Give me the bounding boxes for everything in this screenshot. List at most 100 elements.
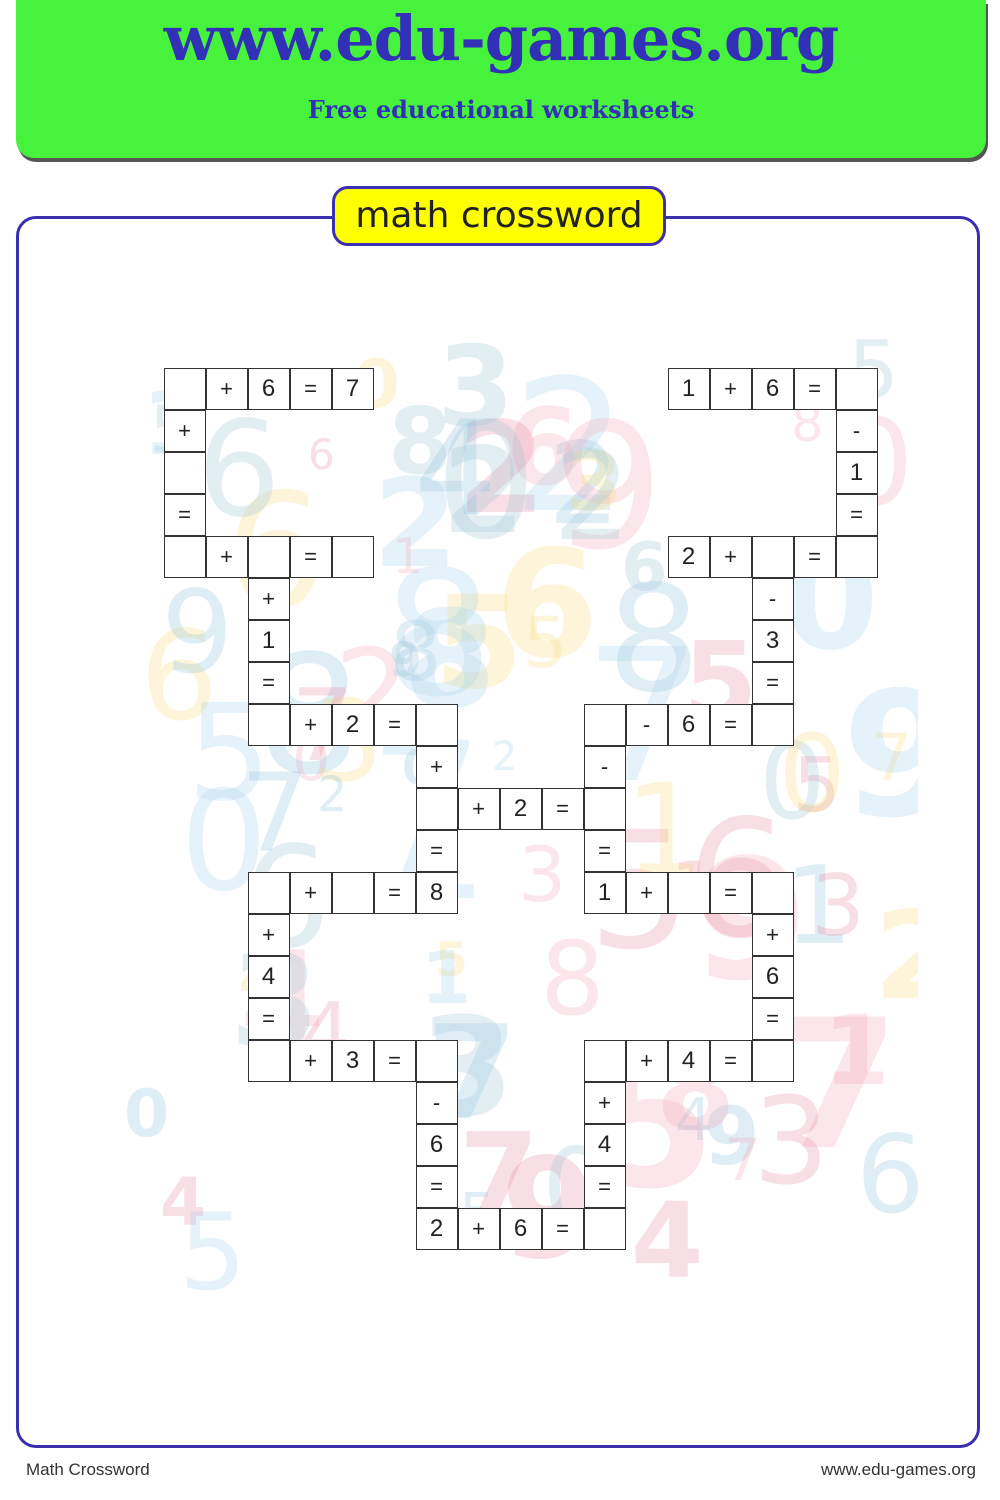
operator-cell: + (247, 913, 290, 956)
operator-cell: = (289, 535, 332, 578)
operator-cell: + (709, 367, 752, 410)
background-digit: 4 (631, 1180, 704, 1295)
operator-cell: = (751, 661, 794, 704)
number-cell: 8 (415, 871, 458, 914)
number-cell: 1 (667, 367, 710, 410)
operator-cell: + (457, 1207, 500, 1250)
background-digit: 0 (124, 1077, 170, 1152)
answer-cell[interactable] (331, 871, 374, 914)
operator-cell: + (709, 535, 752, 578)
background-digit: 9 (842, 654, 918, 856)
operator-cell: = (751, 997, 794, 1040)
operator-cell: + (457, 787, 500, 830)
operator-cell: = (709, 703, 752, 746)
background-digit: 3 (811, 857, 866, 956)
number-cell: 4 (247, 955, 290, 998)
number-cell: 6 (415, 1123, 458, 1166)
answer-cell[interactable] (667, 871, 710, 914)
background-digit: 2 (317, 767, 348, 823)
operator-cell: = (541, 1207, 584, 1250)
site-banner: www.edu-games.org Free educational works… (16, 0, 986, 158)
operator-cell: = (793, 367, 836, 410)
operator-cell: + (205, 367, 248, 410)
background-digit: 7 (240, 750, 310, 877)
answer-cell[interactable] (835, 535, 878, 578)
operator-cell: = (415, 829, 458, 872)
number-cell: 1 (247, 619, 290, 662)
operator-cell: = (415, 1165, 458, 1208)
footer-title: Math Crossword (26, 1460, 150, 1479)
operator-cell: = (709, 871, 752, 914)
operator-cell: = (373, 1039, 416, 1082)
operator-cell: = (373, 871, 416, 914)
number-cell: 2 (415, 1207, 458, 1250)
background-digit: 6 (197, 393, 281, 547)
operator-cell: = (163, 493, 206, 536)
number-cell: 6 (751, 955, 794, 998)
answer-cell[interactable] (331, 535, 374, 578)
answer-cell[interactable] (247, 535, 290, 578)
answer-cell[interactable] (835, 367, 878, 410)
operator-cell: + (751, 913, 794, 956)
answer-cell[interactable] (163, 535, 206, 578)
answer-cell[interactable] (247, 871, 290, 914)
operator-cell: = (583, 829, 626, 872)
answer-cell[interactable] (247, 1039, 290, 1082)
operator-cell: = (583, 1165, 626, 1208)
number-cell: 3 (331, 1039, 374, 1082)
operator-cell: = (289, 367, 332, 410)
number-cell: 2 (667, 535, 710, 578)
operator-cell: + (247, 577, 290, 620)
number-cell: 2 (499, 787, 542, 830)
answer-cell[interactable] (415, 787, 458, 830)
number-cell: 6 (751, 367, 794, 410)
operator-cell: + (163, 409, 206, 452)
answer-cell[interactable] (583, 1039, 626, 1082)
background-digit: 6 (308, 430, 335, 479)
answer-cell[interactable] (751, 535, 794, 578)
operator-cell: + (415, 745, 458, 788)
operator-cell: = (835, 493, 878, 536)
site-subtitle: Free educational worksheets (307, 95, 695, 124)
operator-cell: = (793, 535, 836, 578)
operator-cell: - (583, 745, 626, 788)
background-digit: 4 (414, 392, 498, 545)
operator-cell: - (415, 1081, 458, 1124)
operator-cell: + (289, 1039, 332, 1082)
answer-cell[interactable] (583, 1207, 626, 1250)
operator-cell: + (289, 871, 332, 914)
answer-cell[interactable] (751, 703, 794, 746)
operator-cell: = (247, 661, 290, 704)
answer-cell[interactable] (751, 1039, 794, 1082)
answer-cell[interactable] (583, 703, 626, 746)
operator-cell: = (247, 997, 290, 1040)
answer-cell[interactable] (415, 703, 458, 746)
number-cell: 4 (667, 1039, 710, 1082)
background-digit: 3 (753, 1073, 830, 1212)
number-cell: 2 (331, 703, 374, 746)
operator-cell: + (625, 1039, 668, 1082)
answer-cell[interactable] (163, 451, 206, 494)
background-digit: 1 (823, 995, 890, 1107)
background-digit: 2 (553, 426, 632, 569)
number-cell: 6 (499, 1207, 542, 1250)
answer-cell[interactable] (415, 1039, 458, 1082)
background-digit: 5 (179, 1191, 247, 1296)
number-cell: 1 (583, 871, 626, 914)
footer-website: www.edu-games.org (821, 1460, 976, 1479)
operator-cell: + (583, 1081, 626, 1124)
operator-cell: - (625, 703, 668, 746)
number-cell: 1 (835, 451, 878, 494)
site-title: www.edu-games.org (163, 2, 840, 75)
answer-cell[interactable] (163, 367, 206, 410)
background-digit: 2 (492, 734, 518, 780)
answer-cell[interactable] (247, 703, 290, 746)
operator-cell: - (751, 577, 794, 620)
operator-cell: + (625, 871, 668, 914)
number-cell: 6 (667, 703, 710, 746)
operator-cell: + (289, 703, 332, 746)
answer-cell[interactable] (583, 787, 626, 830)
background-digit: 6 (856, 1113, 918, 1238)
answer-cell[interactable] (751, 871, 794, 914)
operator-cell: - (835, 409, 878, 452)
